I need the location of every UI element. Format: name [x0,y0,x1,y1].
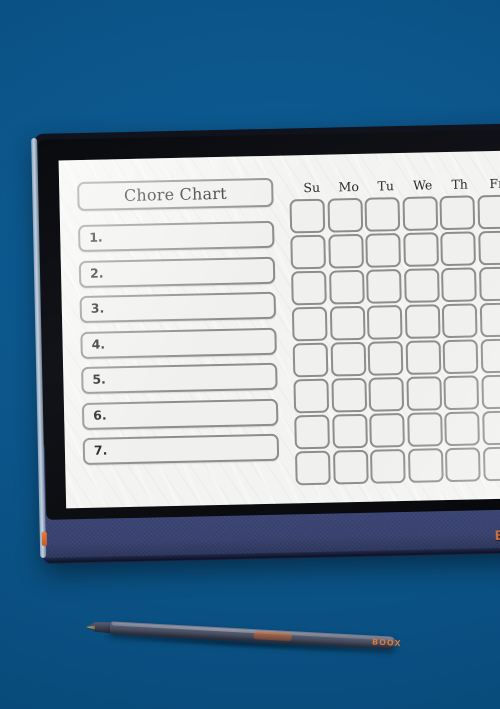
checkbox-cell[interactable] [368,376,405,412]
chore-chart-template: Chore Chart 1. 2. 3. 4. 5. 6. 7. Su Mo T… [59,150,500,508]
checkbox-cell[interactable] [407,448,444,483]
checkbox-cell[interactable] [401,196,438,231]
checkbox-cell[interactable] [291,306,328,341]
checkbox-cell[interactable] [328,269,365,305]
task-write-area[interactable] [107,436,277,463]
boox-brand-logo: BOOX [494,527,500,545]
checkbox-cell[interactable] [364,197,401,232]
checkbox-cell[interactable] [440,231,476,266]
checkbox-cell[interactable] [479,302,500,337]
task-write-area[interactable] [106,400,276,427]
checkbox-cell[interactable] [441,267,477,302]
task-number: 2. [89,265,104,281]
checkbox-cell[interactable] [365,233,401,268]
checkbox-grid-row [290,230,500,269]
checkbox-cell[interactable] [290,234,326,269]
checkbox-cell[interactable] [329,305,366,341]
task-row[interactable]: 7. [82,433,280,466]
task-number: 5. [92,371,106,388]
checkbox-grid-row [294,410,500,449]
checkbox-cell[interactable] [481,410,500,445]
checkbox-cell[interactable] [367,341,404,376]
eink-screen[interactable]: Chore Chart 1. 2. 3. 4. 5. 6. 7. Su Mo T… [58,149,500,509]
task-write-area[interactable] [103,258,273,285]
weekday-label-we: We [412,177,433,193]
checkbox-cell[interactable] [404,304,441,339]
task-number: 6. [92,407,107,423]
checkbox-cell[interactable] [442,339,479,374]
task-row[interactable]: 5. [81,362,278,395]
chart-title: Chore Chart [123,183,227,205]
task-column: Chore Chart 1. 2. 3. 4. 5. 6. 7. [77,177,280,474]
task-row[interactable]: 3. [79,291,277,324]
boox-stylus-pen[interactable]: BOOX [85,614,410,657]
checkbox-cell[interactable] [330,377,367,413]
checkbox-cell[interactable] [289,198,326,233]
checkbox-grid-row [293,374,500,413]
checkbox-cell[interactable] [402,232,439,267]
checkbox-cell[interactable] [331,413,368,449]
device-port-accent [41,531,47,546]
checkbox-cell[interactable] [330,341,366,377]
device-bezel: BOOX Chore Chart 1. 2. 3. 4. 5. 6. 7. Su… [38,128,500,544]
task-write-area[interactable] [102,223,272,250]
checkbox-cell[interactable] [444,447,481,482]
checkbox-cell[interactable] [478,266,500,301]
task-number: 3. [90,300,105,317]
task-row[interactable]: 6. [81,398,279,430]
checkbox-cell[interactable] [441,303,478,338]
checkbox-grid-row [291,302,500,341]
task-row[interactable]: 1. [77,220,275,253]
checkbox-cell[interactable] [294,450,331,485]
checkbox-cell[interactable] [405,340,441,375]
checkbox-cell[interactable] [480,338,500,373]
checkbox-cell[interactable] [444,411,480,446]
checkbox-cell[interactable] [476,194,500,229]
checkbox-cell[interactable] [405,376,442,411]
weekday-label-mo: Mo [338,178,360,195]
weekday-grid-column: Su Mo Tu We Th Fr Sa [289,172,500,485]
task-row[interactable]: 4. [80,327,277,359]
weekday-label-th: Th [451,176,469,192]
task-number: 7. [93,442,108,459]
chart-title-box[interactable]: Chore Chart [77,177,274,212]
checkbox-cell[interactable] [327,233,364,269]
checkbox-cell[interactable] [482,446,500,481]
checkbox-grid-row [292,338,500,377]
checkbox-cell[interactable] [294,414,330,449]
checkbox-grid-row [291,266,500,305]
checkbox-grid-row [294,446,500,485]
weekday-label-su: Su [303,179,321,195]
task-number: 4. [91,336,106,352]
checkbox-cell[interactable] [366,269,402,304]
task-write-area[interactable] [106,365,276,392]
checkbox-cell[interactable] [406,412,443,447]
task-number: 1. [89,229,103,246]
checkbox-cell[interactable] [443,375,480,410]
weekday-label-tu: Tu [377,177,395,194]
checkbox-cell[interactable] [439,195,476,230]
task-write-area[interactable] [105,329,275,356]
task-write-area[interactable] [104,294,274,321]
checkbox-cell[interactable] [366,305,403,340]
scene-backdrop: BOOX Chore Chart 1. 2. 3. 4. 5. 6. 7. Su… [0,0,500,709]
task-list: 1. 2. 3. 4. 5. 6. 7. [77,220,280,466]
checkbox-cell[interactable] [369,448,406,484]
stylus-brand-logo: BOOX [371,637,402,649]
task-row[interactable]: 2. [78,256,276,288]
checkbox-grid[interactable] [289,194,500,485]
checkbox-cell[interactable] [369,412,405,448]
checkbox-cell[interactable] [480,374,500,409]
checkbox-cell[interactable] [403,268,440,303]
checkbox-grid-row [289,194,500,233]
weekday-label-fr: Fr [489,175,500,191]
boox-tablet-device: BOOX Chore Chart 1. 2. 3. 4. 5. 6. 7. Su… [31,122,500,564]
checkbox-cell[interactable] [332,449,369,485]
checkbox-cell[interactable] [291,270,327,305]
checkbox-cell[interactable] [292,342,329,377]
checkbox-cell[interactable] [326,197,363,233]
checkbox-cell[interactable] [477,230,500,265]
checkbox-cell[interactable] [293,378,330,413]
